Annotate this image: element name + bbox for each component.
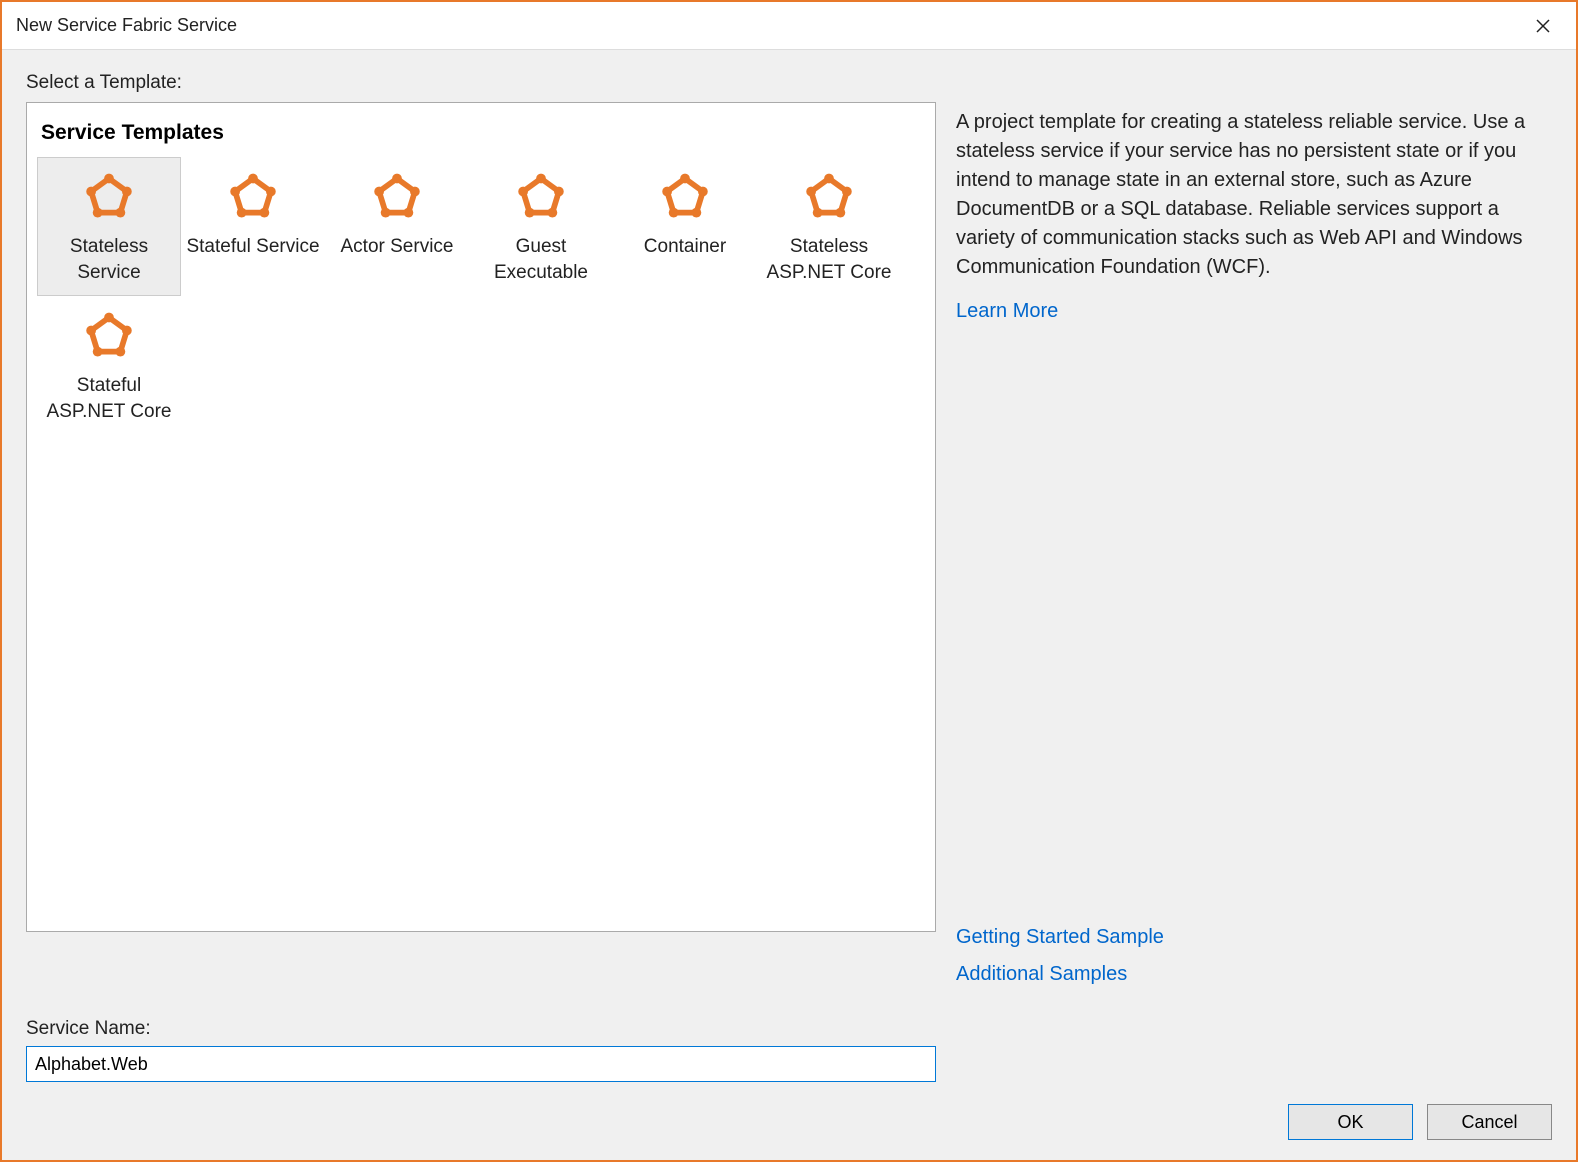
templates-heading: Service Templates [41, 121, 925, 145]
template-item[interactable]: Stateful Service [181, 157, 325, 296]
template-item[interactable]: Container [613, 157, 757, 296]
template-label: Guest Executable [474, 234, 608, 285]
fabric-icon [474, 168, 608, 228]
fabric-icon [42, 307, 176, 367]
close-icon [1535, 18, 1551, 34]
service-name-label: Service Name: [26, 1018, 1552, 1040]
fabric-icon [186, 168, 320, 228]
template-label: Stateful Service [186, 234, 320, 260]
template-label: Actor Service [330, 234, 464, 260]
titlebar: New Service Fabric Service [2, 2, 1576, 50]
window-title: New Service Fabric Service [16, 15, 237, 36]
template-item[interactable]: Guest Executable [469, 157, 613, 296]
template-label: Stateless Service [42, 234, 176, 285]
template-item[interactable]: Stateless ASP.NET Core [757, 157, 901, 296]
template-item[interactable]: Actor Service [325, 157, 469, 296]
template-item[interactable]: Stateless Service [37, 157, 181, 296]
fabric-icon [618, 168, 752, 228]
template-description: A project template for creating a statel… [956, 108, 1552, 282]
service-name-input[interactable] [26, 1046, 936, 1082]
templates-panel: Service Templates Stateless Service Stat… [26, 102, 936, 932]
template-label: Stateful ASP.NET Core [42, 373, 176, 424]
description-panel: A project template for creating a statel… [956, 102, 1552, 1000]
dialog-buttons: OK Cancel [2, 1082, 1576, 1160]
template-item[interactable]: Stateful ASP.NET Core [37, 296, 181, 435]
ok-button[interactable]: OK [1288, 1104, 1413, 1140]
fabric-icon [762, 168, 896, 228]
learn-more-link[interactable]: Learn More [956, 300, 1552, 323]
fabric-icon [42, 168, 176, 228]
close-button[interactable] [1524, 7, 1562, 45]
additional-samples-link[interactable]: Additional Samples [956, 963, 1552, 986]
select-template-label: Select a Template: [26, 72, 1552, 94]
fabric-icon [330, 168, 464, 228]
cancel-button[interactable]: Cancel [1427, 1104, 1552, 1140]
template-label: Container [618, 234, 752, 260]
template-label: Stateless ASP.NET Core [762, 234, 896, 285]
getting-started-link[interactable]: Getting Started Sample [956, 926, 1552, 949]
